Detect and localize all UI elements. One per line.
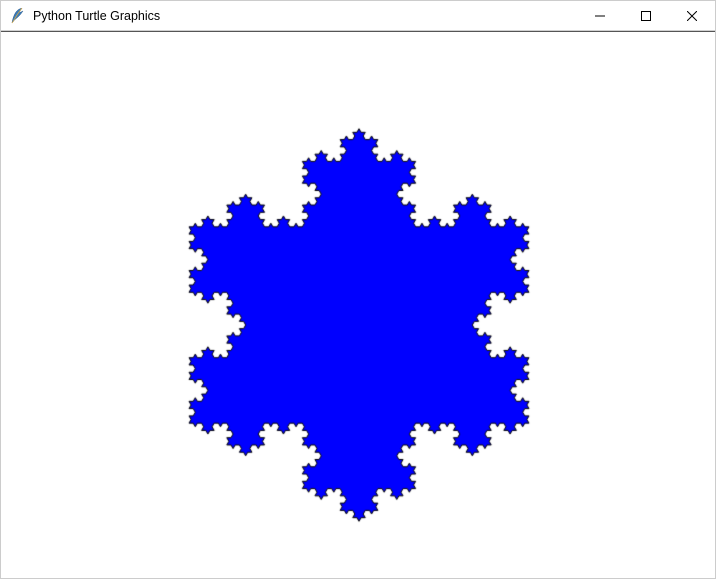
minimize-icon — [595, 11, 605, 21]
window-title: Python Turtle Graphics — [33, 9, 577, 23]
window-controls — [577, 1, 715, 30]
minimize-button[interactable] — [577, 1, 623, 30]
app-window: Python Turtle Graphics — [0, 0, 716, 579]
maximize-button[interactable] — [623, 1, 669, 30]
close-icon — [687, 11, 697, 21]
turtle-canvas — [1, 32, 715, 578]
close-button[interactable] — [669, 1, 715, 30]
canvas-area — [1, 32, 715, 578]
maximize-icon — [641, 11, 651, 21]
tk-feather-icon — [9, 8, 25, 24]
titlebar[interactable]: Python Turtle Graphics — [1, 1, 715, 31]
